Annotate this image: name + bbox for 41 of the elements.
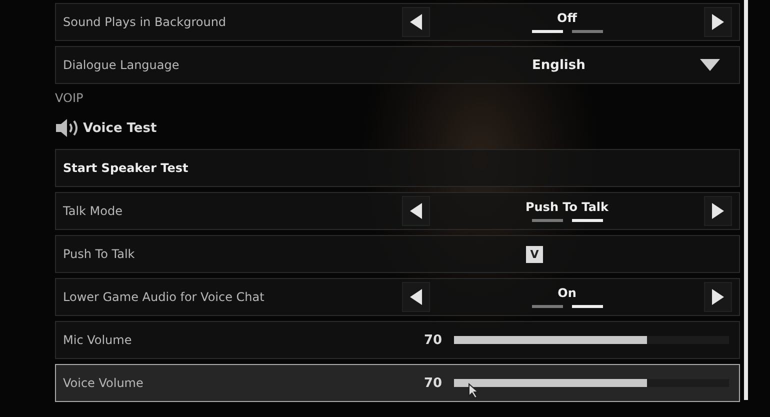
previous-button[interactable] [402, 282, 430, 312]
left-triangle-icon [410, 289, 422, 305]
setting-label: Lower Game Audio for Voice Chat [63, 290, 264, 304]
dropdown-value[interactable]: English [532, 58, 586, 72]
setting-label: Mic Volume [63, 333, 132, 347]
section-title: VOIP [55, 91, 84, 107]
setting-label: Start Speaker Test [63, 161, 188, 175]
option-value: On [558, 286, 576, 300]
key-binding[interactable]: V [526, 246, 543, 262]
section-heading: Voice Test [83, 120, 157, 136]
left-triangle-icon [410, 203, 422, 219]
setting-label: Dialogue Language [63, 58, 180, 72]
slider-value: 70 [424, 376, 442, 390]
right-triangle-icon [712, 14, 724, 30]
right-triangle-icon [712, 203, 724, 219]
next-button[interactable] [704, 196, 732, 226]
setting-label: Push To Talk [63, 247, 135, 261]
settings-row[interactable]: Push To Talk V [55, 235, 740, 273]
setting-label: Sound Plays in Background [63, 15, 226, 29]
next-button[interactable] [704, 282, 732, 312]
settings-row[interactable]: Voice Volume 70 [55, 364, 740, 402]
volume-slider[interactable] [454, 336, 730, 344]
settings-row[interactable]: Start Speaker Test [55, 149, 740, 187]
previous-button[interactable] [402, 7, 430, 37]
settings-row[interactable]: Lower Game Audio for Voice Chat On [55, 278, 740, 316]
scrollbar[interactable] [744, 0, 748, 400]
setting-label: Voice Volume [63, 376, 144, 390]
settings-row[interactable]: Talk Mode Push To Talk [55, 192, 740, 230]
previous-button[interactable] [402, 196, 430, 226]
slider-value: 70 [424, 332, 442, 348]
right-triangle-icon [712, 289, 724, 305]
caret-icon[interactable] [700, 59, 720, 71]
setting-label: Talk Mode [63, 204, 122, 218]
settings-row[interactable]: Sound Plays in Background Off [55, 3, 740, 41]
next-button[interactable] [704, 7, 732, 37]
option-value: Push To Talk [525, 200, 609, 214]
option-value: Off [557, 11, 577, 25]
volume-slider[interactable] [454, 379, 730, 387]
settings-row[interactable]: Mic Volume 70 [55, 321, 740, 359]
left-triangle-icon [410, 14, 422, 30]
settings-row[interactable]: Dialogue Language English [55, 46, 740, 84]
